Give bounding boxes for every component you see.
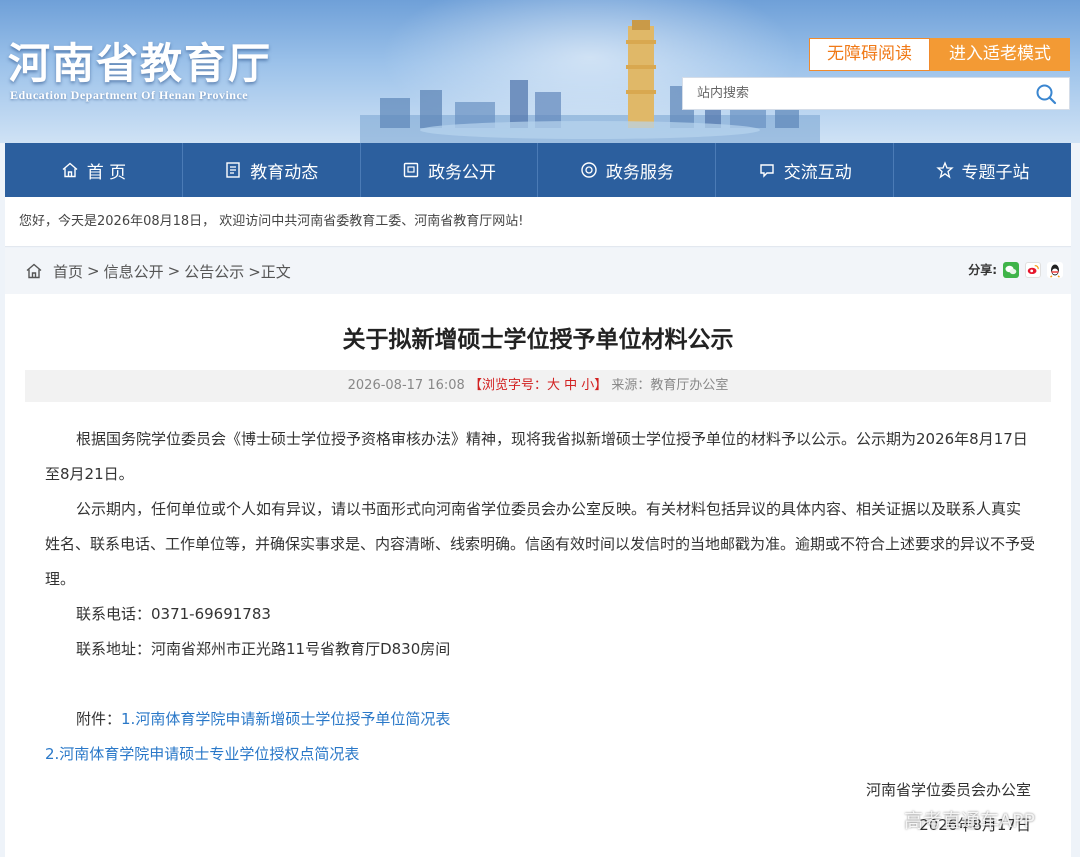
breadcrumb-current: >正文 bbox=[248, 262, 291, 281]
article-paragraph: 根据国务院学位委员会《博士硕士学位授予资格审核办法》精神，现将我省拟新增硕士学位… bbox=[45, 430, 1028, 483]
breadcrumb-separator: > bbox=[87, 262, 100, 280]
main-nav: 首 页 教育动态 政务公开 政务服务 交流互动 专题子站 bbox=[5, 143, 1071, 197]
home-icon bbox=[62, 162, 78, 178]
home-icon bbox=[26, 263, 42, 279]
search-input[interactable] bbox=[683, 78, 1013, 109]
contact-address: 联系地址：河南省郑州市正光路11号省教育厅D830房间 bbox=[76, 640, 451, 658]
breadcrumb-home[interactable]: 首页 bbox=[53, 261, 83, 282]
breadcrumb: 首页 > 信息公开 > 公告公示 >正文 bbox=[25, 248, 291, 294]
share-bar: 分享: bbox=[968, 261, 1063, 278]
breadcrumb-info-public[interactable]: 信息公开 bbox=[104, 261, 164, 282]
attachment-link-1[interactable]: 1.河南体育学院申请新增硕士学位授予单位简况表 bbox=[121, 710, 450, 728]
accessibility-button[interactable]: 无障碍阅读 bbox=[809, 38, 930, 71]
nav-label: 政务公开 bbox=[428, 162, 497, 183]
search-box bbox=[682, 77, 1070, 110]
site-header: 河南省教育厅 Education Department Of Henan Pro… bbox=[0, 0, 1080, 143]
nav-label: 交流互动 bbox=[783, 162, 852, 183]
article-title: 关于拟新增硕士学位授予单位材料公示 bbox=[342, 327, 734, 353]
nav-item-news[interactable]: 教育动态 bbox=[183, 143, 361, 197]
share-label: 分享: bbox=[968, 263, 997, 277]
nav-label: 政务服务 bbox=[605, 162, 674, 183]
service-icon bbox=[581, 162, 597, 178]
wechat-icon[interactable] bbox=[1003, 261, 1019, 278]
nav-label: 专题子站 bbox=[961, 162, 1030, 183]
nav-label: 首 页 bbox=[86, 162, 127, 183]
attachment-line: 2.河南体育学院申请硕士专业学位授权点简况表 bbox=[45, 737, 1035, 772]
article-source: 来源：教育厅办公室 bbox=[611, 378, 729, 393]
article-paragraph: 公示期内，任何单位或个人如有异议，请以书面形式向河南省学位委员会办公室反映。有关… bbox=[45, 500, 1036, 588]
font-size-switcher[interactable]: 【浏览字号：大 中 小】 bbox=[469, 378, 607, 393]
welcome-message: 您好，今天是2026年08月18日， 欢迎访问中共河南省委教育工委、河南省教育厅… bbox=[5, 197, 1071, 247]
article-panel: 关于拟新增硕士学位授予单位材料公示 2026-08-17 16:08 【浏览字号… bbox=[5, 294, 1071, 857]
site-logo-title[interactable]: 河南省教育厅 bbox=[8, 30, 272, 91]
contact-phone: 联系电话：0371-69691783 bbox=[76, 605, 271, 623]
watermark: 高考直通车APP bbox=[904, 810, 1035, 832]
document-icon bbox=[403, 162, 419, 178]
nav-item-home[interactable]: 首 页 bbox=[5, 143, 183, 197]
qq-icon[interactable] bbox=[1047, 261, 1063, 278]
article-datetime: 2026-08-17 16:08 bbox=[347, 378, 465, 393]
news-icon bbox=[226, 162, 240, 178]
nav-label: 教育动态 bbox=[250, 162, 319, 183]
search-icon[interactable] bbox=[1035, 83, 1057, 105]
nav-item-topics[interactable]: 专题子站 bbox=[894, 143, 1071, 197]
attachment-label: 附件： bbox=[76, 710, 122, 728]
nav-item-gov-info[interactable]: 政务公开 bbox=[361, 143, 539, 197]
chat-icon bbox=[760, 164, 774, 178]
attachment-line: 附件：1.河南体育学院申请新增硕士学位授予单位简况表 bbox=[45, 702, 1035, 737]
weibo-icon[interactable] bbox=[1025, 261, 1041, 278]
nav-item-interaction[interactable]: 交流互动 bbox=[716, 143, 895, 197]
article-body: 根据国务院学位委员会《博士硕士学位授予资格审核办法》精神，现将我省拟新增硕士学位… bbox=[45, 422, 1035, 772]
elder-mode-button[interactable]: 进入适老模式 bbox=[930, 38, 1070, 71]
breadcrumb-announcements[interactable]: 公告公示 bbox=[184, 261, 244, 282]
article-meta: 2026-08-17 16:08 【浏览字号：大 中 小】 来源：教育厅办公室 bbox=[25, 370, 1051, 402]
attachment-link-2[interactable]: 2.河南体育学院申请硕士专业学位授权点简况表 bbox=[45, 745, 359, 763]
topic-icon bbox=[935, 161, 954, 179]
site-logo-subtitle: Education Department Of Henan Province bbox=[10, 88, 249, 102]
signature-org: 河南省学位委员会办公室 bbox=[865, 781, 1031, 799]
breadcrumb-bar: 首页 > 信息公开 > 公告公示 >正文 分享: bbox=[5, 248, 1071, 294]
breadcrumb-separator: > bbox=[167, 262, 181, 280]
nav-item-gov-service[interactable]: 政务服务 bbox=[538, 143, 717, 197]
